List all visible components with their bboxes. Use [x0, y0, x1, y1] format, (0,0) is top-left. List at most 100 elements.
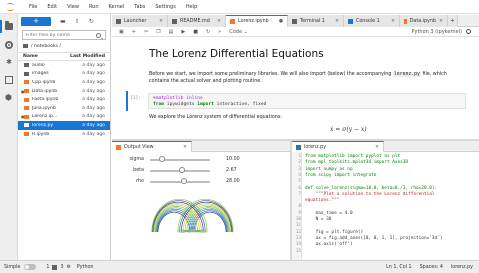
slider-handle[interactable] — [159, 156, 165, 162]
file-name: Julia.ipynb — [32, 105, 56, 111]
cell-type-select[interactable]: Code ⌄ — [229, 29, 248, 35]
file-row[interactable]: ● Data.ipynb a day ago — [18, 87, 110, 96]
indent-setting[interactable]: Spaces: 4 — [420, 265, 443, 270]
file-row[interactable]: Cpp.ipynb a day ago — [18, 78, 110, 87]
inline-code: lorenz.py — [392, 72, 421, 77]
file-row[interactable]: lorenz.py a day ago — [18, 121, 110, 130]
tab-readme-md[interactable]: README.md × — [168, 15, 226, 27]
editor-tab-bar: lorenz.py × — [292, 141, 479, 153]
stop-icon[interactable]: ■ — [193, 29, 198, 35]
close-icon[interactable]: × — [375, 145, 379, 150]
run-icon[interactable]: ▶ — [181, 29, 185, 35]
simple-mode-toggle[interactable] — [24, 264, 37, 270]
file-row[interactable]: ● Lorenz.ip... a day ago — [18, 113, 110, 122]
restart-icon[interactable]: ↻ — [206, 29, 210, 35]
cut-icon[interactable]: ✂ — [144, 29, 148, 35]
close-icon[interactable]: × — [217, 19, 221, 24]
folder-icon — [24, 63, 29, 68]
file-row[interactable]: R.ipynb a day ago — [18, 130, 110, 139]
menu-settings[interactable]: Settings — [155, 4, 176, 10]
new-launcher-button[interactable]: + — [21, 16, 51, 26]
new-folder-icon[interactable]: ▬ — [60, 18, 66, 25]
slider-value: 10.00 — [226, 157, 240, 162]
file-row[interactable]: audio a day ago — [18, 61, 110, 70]
kernel-name: Python 3 (ipykernel) — [411, 28, 462, 35]
paste-icon[interactable]: ▤ — [169, 29, 174, 35]
tab-lorenz-ipynb[interactable]: Lorenz.ipynb ● — [226, 15, 288, 27]
code-line: 4 from scipy import integrate — [292, 173, 479, 179]
add-cell-icon[interactable]: + — [132, 29, 136, 35]
slider-track[interactable] — [150, 167, 210, 173]
extension-icon[interactable]: ⬢ — [5, 94, 13, 102]
kernel-status[interactable]: Python — [77, 265, 94, 270]
search-icon — [96, 33, 101, 38]
folder-icon[interactable] — [5, 21, 13, 30]
refresh-icon[interactable]: ↻ — [89, 18, 94, 25]
code-cell[interactable]: %matplotlib inline from ipywidgets impor… — [148, 93, 466, 109]
file-modified: a day ago — [82, 97, 105, 103]
breadcrumb[interactable]: / notebooks / — [18, 40, 110, 52]
line-number: 2 — [298, 160, 301, 166]
slider-sigma: sigma 10.00 — [112, 155, 290, 164]
file-row[interactable]: Fasta.ipynb a day ago — [18, 95, 110, 104]
menu-run[interactable]: Run — [89, 4, 99, 10]
copy-icon[interactable]: ❐ — [156, 29, 160, 35]
tab-terminal-1[interactable]: Terminal 1 × — [288, 15, 344, 27]
tab-data-ipynb[interactable]: Data.ipynb × — [400, 15, 448, 27]
file-row[interactable]: Julia.ipynb a day ago — [18, 104, 110, 113]
breadcrumb-path[interactable]: / notebooks / — [31, 44, 61, 49]
code-line: 2 from mpl_toolkits.mplot3d import Axes3D — [292, 160, 479, 166]
add-tab-icon[interactable]: + — [448, 15, 458, 27]
close-icon[interactable]: × — [439, 19, 443, 24]
kernel-count[interactable]: 3 — [60, 265, 63, 270]
running-icon[interactable] — [5, 41, 13, 49]
simple-mode-label: Simple — [4, 264, 21, 270]
palette-icon[interactable]: ✱ — [5, 58, 13, 66]
notebook-title: The Lorenz Differential Equations — [149, 48, 324, 60]
file-name: R.ipynb — [32, 131, 50, 137]
column-modified[interactable]: Last Modified — [70, 54, 105, 59]
slider-handle[interactable] — [180, 178, 187, 184]
fast-forward-icon[interactable]: » — [218, 29, 221, 35]
close-icon[interactable]: × — [159, 19, 163, 24]
python-file-icon — [24, 123, 29, 128]
column-name[interactable]: Name — [23, 54, 70, 59]
menu-edit[interactable]: Edit — [47, 4, 57, 10]
tab-console-1[interactable]: Console 1 × — [344, 15, 400, 27]
unsaved-dot-icon[interactable]: ● — [279, 19, 283, 24]
code-line: 3 import numpy as np — [292, 167, 479, 173]
code-editor[interactable]: 1 from matplotlib import pyplot as plt 2 fr… — [292, 152, 479, 260]
line-number: 11 — [295, 223, 301, 229]
close-icon[interactable]: × — [391, 19, 395, 24]
tab-launcher[interactable]: Launcher × — [112, 15, 168, 27]
file-name: Data.ipynb — [32, 88, 58, 94]
slider-handle[interactable] — [178, 167, 185, 173]
file-name: Fasta.ipynb — [32, 97, 59, 103]
upload-icon[interactable]: ⇧ — [75, 18, 80, 25]
file-modified: a day ago — [82, 105, 105, 111]
close-icon[interactable]: × — [335, 19, 339, 24]
menu-kernel[interactable]: Kernel — [109, 4, 125, 10]
file-row[interactable]: images a day ago — [18, 70, 110, 79]
slider-track[interactable] — [150, 178, 210, 184]
notebook-icon — [24, 97, 29, 102]
cursor-position[interactable]: Ln 1, Col 1 — [386, 265, 412, 270]
close-icon[interactable]: × — [183, 145, 187, 150]
slider-rho: rho 28.00 — [112, 177, 290, 186]
notebook-icon — [24, 114, 29, 119]
kernel-indicator[interactable]: Python 3 (ipykernel) — [411, 29, 471, 35]
tabs-icon[interactable] — [5, 76, 13, 84]
filter-input[interactable] — [26, 32, 98, 38]
terminal-count[interactable]: 1 — [46, 265, 49, 270]
line-number: 6 — [298, 185, 301, 191]
save-icon[interactable]: ▣ — [119, 29, 124, 35]
menu-tabs[interactable]: Tabs — [134, 4, 145, 10]
code-text: equations.""" — [305, 198, 340, 204]
slider-track[interactable] — [150, 156, 210, 162]
notebook-icon — [116, 145, 121, 150]
menu-help[interactable]: Help — [186, 4, 197, 10]
menu-view[interactable]: View — [67, 4, 79, 10]
file-name: Lorenz.ip... — [32, 114, 58, 120]
menu-file[interactable]: File — [29, 4, 37, 10]
file-name: Cpp.ipynb — [32, 79, 56, 85]
